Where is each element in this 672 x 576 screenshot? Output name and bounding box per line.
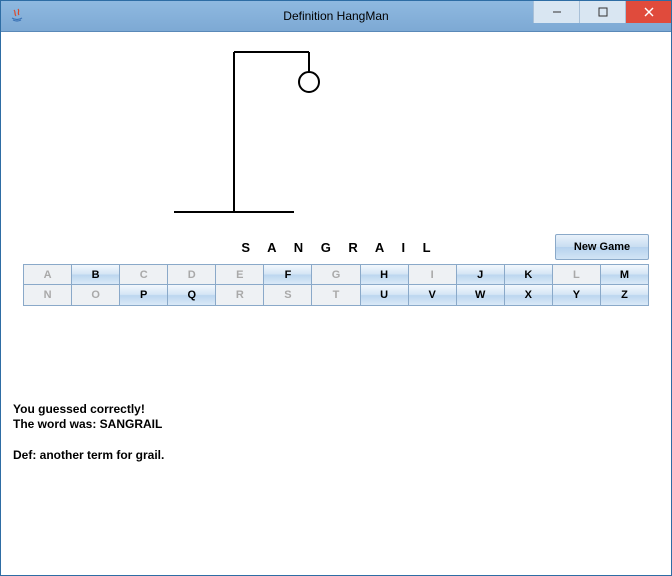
letter-button-d: D	[167, 264, 216, 285]
client-area: S A N G R A I L New Game ABCDEFGHIJKLM N…	[9, 32, 663, 567]
titlebar: Definition HangMan	[1, 1, 671, 32]
letter-button-s: S	[263, 284, 312, 306]
letter-button-u[interactable]: U	[360, 284, 409, 306]
gallows-drawing	[164, 42, 364, 222]
letter-button-i: I	[408, 264, 457, 285]
letter-button-x[interactable]: X	[504, 284, 553, 306]
letter-button-c: C	[119, 264, 168, 285]
letter-button-z[interactable]: Z	[600, 284, 649, 306]
app-window: Definition HangMan	[0, 0, 672, 576]
letter-button-r: R	[215, 284, 264, 306]
letter-row-1: ABCDEFGHIJKLM	[23, 264, 649, 285]
letter-button-e: E	[215, 264, 264, 285]
letter-row-2: NOPQRSTUVWXYZ	[23, 285, 649, 306]
minimize-button[interactable]	[533, 1, 579, 23]
letter-button-o: O	[71, 284, 120, 306]
window-controls	[533, 1, 671, 23]
close-button[interactable]	[625, 1, 671, 23]
letter-button-l: L	[552, 264, 601, 285]
letter-button-b[interactable]: B	[71, 264, 120, 285]
letter-button-v[interactable]: V	[408, 284, 457, 306]
java-icon	[9, 8, 25, 24]
definition-line: Def: another term for grail.	[13, 448, 164, 463]
letter-button-f[interactable]: F	[263, 264, 312, 285]
letter-button-g: G	[311, 264, 360, 285]
status-messages: You guessed correctly! The word was: SAN…	[13, 402, 164, 463]
maximize-button[interactable]	[579, 1, 625, 23]
letter-button-t: T	[311, 284, 360, 306]
letter-button-w[interactable]: W	[456, 284, 505, 306]
letter-button-y[interactable]: Y	[552, 284, 601, 306]
letter-grid: ABCDEFGHIJKLM NOPQRSTUVWXYZ	[23, 264, 649, 306]
letter-button-k[interactable]: K	[504, 264, 553, 285]
status-line-1: You guessed correctly!	[13, 402, 164, 417]
letter-button-a: A	[23, 264, 72, 285]
letter-button-q[interactable]: Q	[167, 284, 216, 306]
status-line-2: The word was: SANGRAIL	[13, 417, 164, 432]
letter-button-h[interactable]: H	[360, 264, 409, 285]
letter-button-p[interactable]: P	[119, 284, 168, 306]
letter-button-j[interactable]: J	[456, 264, 505, 285]
letter-button-n: N	[23, 284, 72, 306]
letter-button-m[interactable]: M	[600, 264, 649, 285]
new-game-button[interactable]: New Game	[555, 234, 649, 260]
